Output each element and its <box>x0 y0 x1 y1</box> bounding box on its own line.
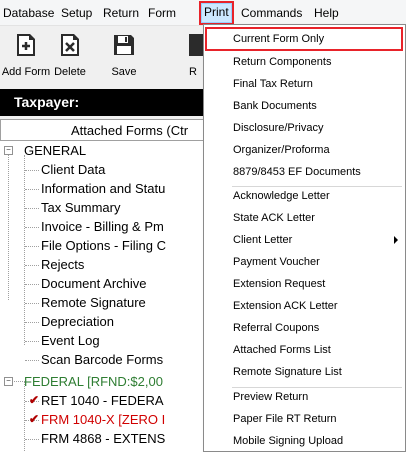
tree-node-federal-label: FEDERAL [RFND:$2,00 <box>24 374 163 389</box>
tree-item-label: Information and Statu <box>41 181 166 196</box>
tree-item[interactable]: Rejects <box>0 255 200 274</box>
menu-item-final-tax-return[interactable]: Final Tax Return <box>206 73 402 95</box>
tree-item[interactable]: ✔ RET 1040 - FEDERA <box>0 391 200 410</box>
menu-item-label: Organizer/Proforma <box>233 144 330 156</box>
tree-item[interactable]: Scan Barcode Forms <box>0 350 200 369</box>
delete-icon <box>61 34 79 56</box>
tree-item[interactable]: File Options - Filing C <box>0 236 200 255</box>
collapse-icon[interactable]: − <box>4 146 13 155</box>
tree-item-label: Event Log <box>41 333 100 348</box>
menu-item-label: Acknowledge Letter <box>233 190 330 202</box>
menu-return[interactable]: Return <box>103 6 139 20</box>
tree-item-label: Tax Summary <box>41 200 121 215</box>
menu-item-acknowledge-letter[interactable]: Acknowledge Letter <box>206 185 402 207</box>
tree-item-label: Client Data <box>41 162 106 177</box>
delete-label: Delete <box>54 66 86 78</box>
menu-item-label: Return Components <box>233 56 332 68</box>
menu-item-payment-voucher[interactable]: Payment Voucher <box>206 251 402 273</box>
tree-item[interactable]: FRM 4868 - EXTENS <box>0 429 200 448</box>
menu-item-label: Final Tax Return <box>233 78 313 90</box>
menu-item-paper-file-rt-return[interactable]: Paper File RT Return <box>206 408 402 430</box>
collapse-icon[interactable]: − <box>4 377 13 386</box>
menu-item-label: Remote Signature List <box>233 366 342 378</box>
menu-item-current-form-only[interactable]: Current Form Only <box>205 27 403 51</box>
menu-item-referral-coupons[interactable]: Referral Coupons <box>206 317 402 339</box>
menu-item-organizer-proforma[interactable]: Organizer/Proforma <box>206 139 402 161</box>
tree-item[interactable]: Client Data <box>0 160 200 179</box>
tree-node-general[interactable]: − GENERAL <box>0 141 200 160</box>
menu-item-label: Referral Coupons <box>233 322 320 334</box>
menu-help[interactable]: Help <box>314 6 339 20</box>
save-button[interactable]: Save <box>98 26 150 82</box>
menu-item-label: Bank Documents <box>233 100 317 112</box>
menu-item-label: Extension Request <box>233 278 326 290</box>
menu-item-label: Attached Forms List <box>233 344 331 356</box>
menu-item-label: State ACK Letter <box>233 212 315 224</box>
tree-item-label: Remote Signature <box>41 295 146 310</box>
tree-item[interactable]: Tax Summary <box>0 198 200 217</box>
save-label: Save <box>111 66 137 78</box>
menu-commands[interactable]: Commands <box>241 6 302 20</box>
menu-item-label: Mobile Signing Upload <box>233 435 344 447</box>
tree-item[interactable]: Event Log <box>0 331 200 350</box>
menu-item-label: Preview Return <box>233 391 309 403</box>
taxpayer-label: Taxpayer: <box>14 94 80 110</box>
tree-item-label: FRM 4868 - EXTENS <box>41 431 166 446</box>
menu-item-disclosure-privacy[interactable]: Disclosure/Privacy <box>206 117 402 139</box>
menu-item-state-ack-letter[interactable]: State ACK Letter <box>206 207 402 229</box>
menu-item-label: 8879/8453 EF Documents <box>233 166 361 178</box>
menu-item-bank-documents[interactable]: Bank Documents <box>206 95 402 117</box>
delete-button[interactable]: Delete <box>44 26 96 82</box>
menu-item-label: Client Letter <box>233 234 293 246</box>
checkmark-icon: ✔ <box>29 393 40 407</box>
menu-item-preview-return[interactable]: Preview Return <box>206 386 402 408</box>
tree-node-general-label: GENERAL <box>24 143 87 158</box>
menu-item-extension-request[interactable]: Extension Request <box>206 273 402 295</box>
menu-item-label: Extension ACK Letter <box>233 300 338 312</box>
menu-bar: Database Setup Return Form Print Command… <box>0 0 406 26</box>
tree-item[interactable]: Invoice - Billing & Pm <box>0 217 200 236</box>
tree-item-label: File Options - Filing C <box>41 238 166 253</box>
print-menu-dropdown: Current Form Only Return Components Fina… <box>203 24 406 452</box>
menu-item-client-letter[interactable]: Client Letter <box>206 229 402 251</box>
add-form-icon <box>17 34 35 56</box>
tree-item-label: Invoice - Billing & Pm <box>41 219 164 234</box>
menu-item-label: Current Form Only <box>233 33 325 45</box>
tree-item-label: Rejects <box>41 257 85 272</box>
tree-item-label: Scan Barcode Forms <box>41 352 164 367</box>
attached-forms-tab-label: Attached Forms (Ctr <box>71 123 189 138</box>
partial-toolbar-button[interactable]: R <box>150 26 203 82</box>
menu-print[interactable]: Print <box>199 1 234 25</box>
menu-item-ef-documents[interactable]: 8879/8453 EF Documents <box>206 161 402 183</box>
menu-item-label: Paper File RT Return <box>233 413 337 425</box>
menu-item-label: Disclosure/Privacy <box>233 122 324 134</box>
tree-item-label: Document Archive <box>41 276 147 291</box>
menu-setup[interactable]: Setup <box>61 6 92 20</box>
tree-item[interactable]: Information and Statu <box>0 179 200 198</box>
tree-item[interactable]: Depreciation <box>0 312 200 331</box>
tree-item[interactable]: Remote Signature <box>0 293 200 312</box>
partial-icon <box>189 34 203 56</box>
menu-item-remote-signature-list[interactable]: Remote Signature List <box>206 361 402 383</box>
menu-database[interactable]: Database <box>3 6 54 20</box>
tree-item-label: FRM 1040-X [ZERO I <box>41 412 166 427</box>
checkmark-icon: ✔ <box>29 412 40 426</box>
menu-item-return-components[interactable]: Return Components <box>206 51 402 73</box>
tree-node-federal[interactable]: − FEDERAL [RFND:$2,00 <box>0 372 200 391</box>
tree-item-label: RET 1040 - FEDERA <box>41 393 164 408</box>
menu-form[interactable]: Form <box>148 6 176 20</box>
tree-item[interactable]: Document Archive <box>0 274 200 293</box>
partial-label: R <box>189 66 197 78</box>
tree-item[interactable]: ✔ FRM 1040-X [ZERO I <box>0 410 200 429</box>
menu-item-extension-ack-letter[interactable]: Extension ACK Letter <box>206 295 402 317</box>
menu-item-label: Payment Voucher <box>233 256 320 268</box>
tree-item-label: Depreciation <box>41 314 114 329</box>
submenu-arrow-icon <box>394 236 398 244</box>
menu-item-attached-forms-list[interactable]: Attached Forms List <box>206 339 402 361</box>
save-icon <box>114 35 134 55</box>
menu-item-mobile-signing-upload[interactable]: Mobile Signing Upload <box>206 430 402 452</box>
